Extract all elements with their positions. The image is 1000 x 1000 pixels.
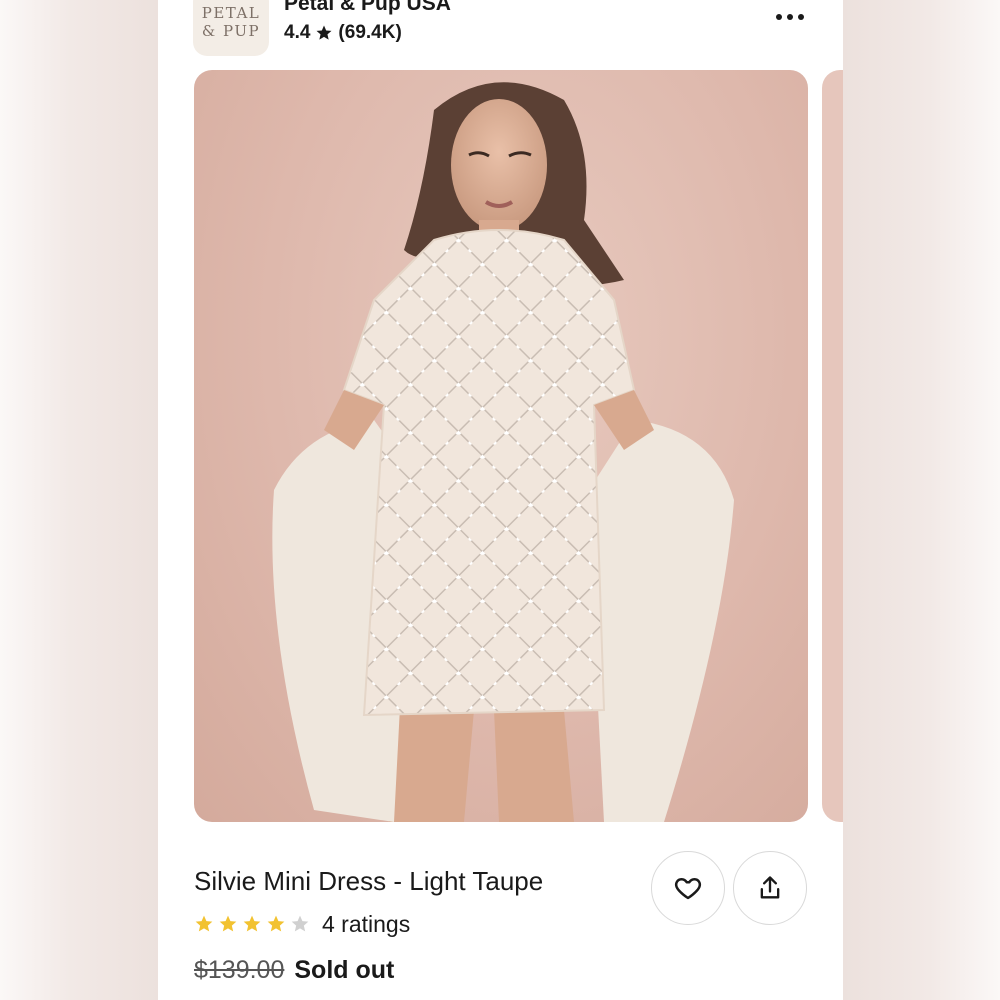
- star-filled-icon: [267, 915, 285, 932]
- store-rating-value: 4.4: [284, 22, 311, 43]
- next-image-peek[interactable]: [822, 70, 843, 822]
- store-logo-line2: & PUP: [201, 22, 261, 40]
- image-carousel[interactable]: [158, 70, 843, 822]
- favorite-button[interactable]: [651, 851, 725, 925]
- store-logo[interactable]: PETAL & PUP: [193, 0, 269, 56]
- heart-icon: [674, 878, 702, 900]
- star-filled-icon: [243, 915, 261, 932]
- store-header: PETAL & PUP Petal & Pup USA 4.4 (69.4K): [158, 0, 843, 60]
- star-empty-icon: [291, 915, 309, 932]
- share-button[interactable]: [733, 851, 807, 925]
- store-review-count: (69.4K): [338, 22, 402, 43]
- store-logo-line1: PETAL: [201, 4, 261, 22]
- background-right: [843, 0, 1000, 1000]
- star-filled-icon: [195, 915, 213, 932]
- ratings-count: 4 ratings: [322, 910, 411, 937]
- background-left: [0, 0, 158, 1000]
- product-rating[interactable]: 4 ratings: [194, 910, 410, 938]
- product-screen: PETAL & PUP Petal & Pup USA 4.4 (69.4K): [158, 0, 843, 1000]
- star-rating: [194, 914, 310, 934]
- more-options-button[interactable]: [766, 6, 814, 28]
- star-filled-icon: [219, 915, 237, 932]
- product-image[interactable]: [194, 70, 808, 822]
- price-row: $139.00 Sold out: [194, 956, 394, 985]
- share-icon: [760, 876, 780, 899]
- store-name[interactable]: Petal & Pup USA: [284, 0, 451, 16]
- star-icon: [316, 25, 332, 40]
- more-horizontal-icon: [776, 14, 782, 20]
- stock-status: Sold out: [294, 956, 395, 984]
- product-photo-illustration: [272, 82, 734, 822]
- original-price: $139.00: [194, 956, 285, 984]
- product-title: Silvie Mini Dress - Light Taupe: [194, 866, 544, 896]
- store-rating: 4.4 (69.4K): [284, 22, 402, 44]
